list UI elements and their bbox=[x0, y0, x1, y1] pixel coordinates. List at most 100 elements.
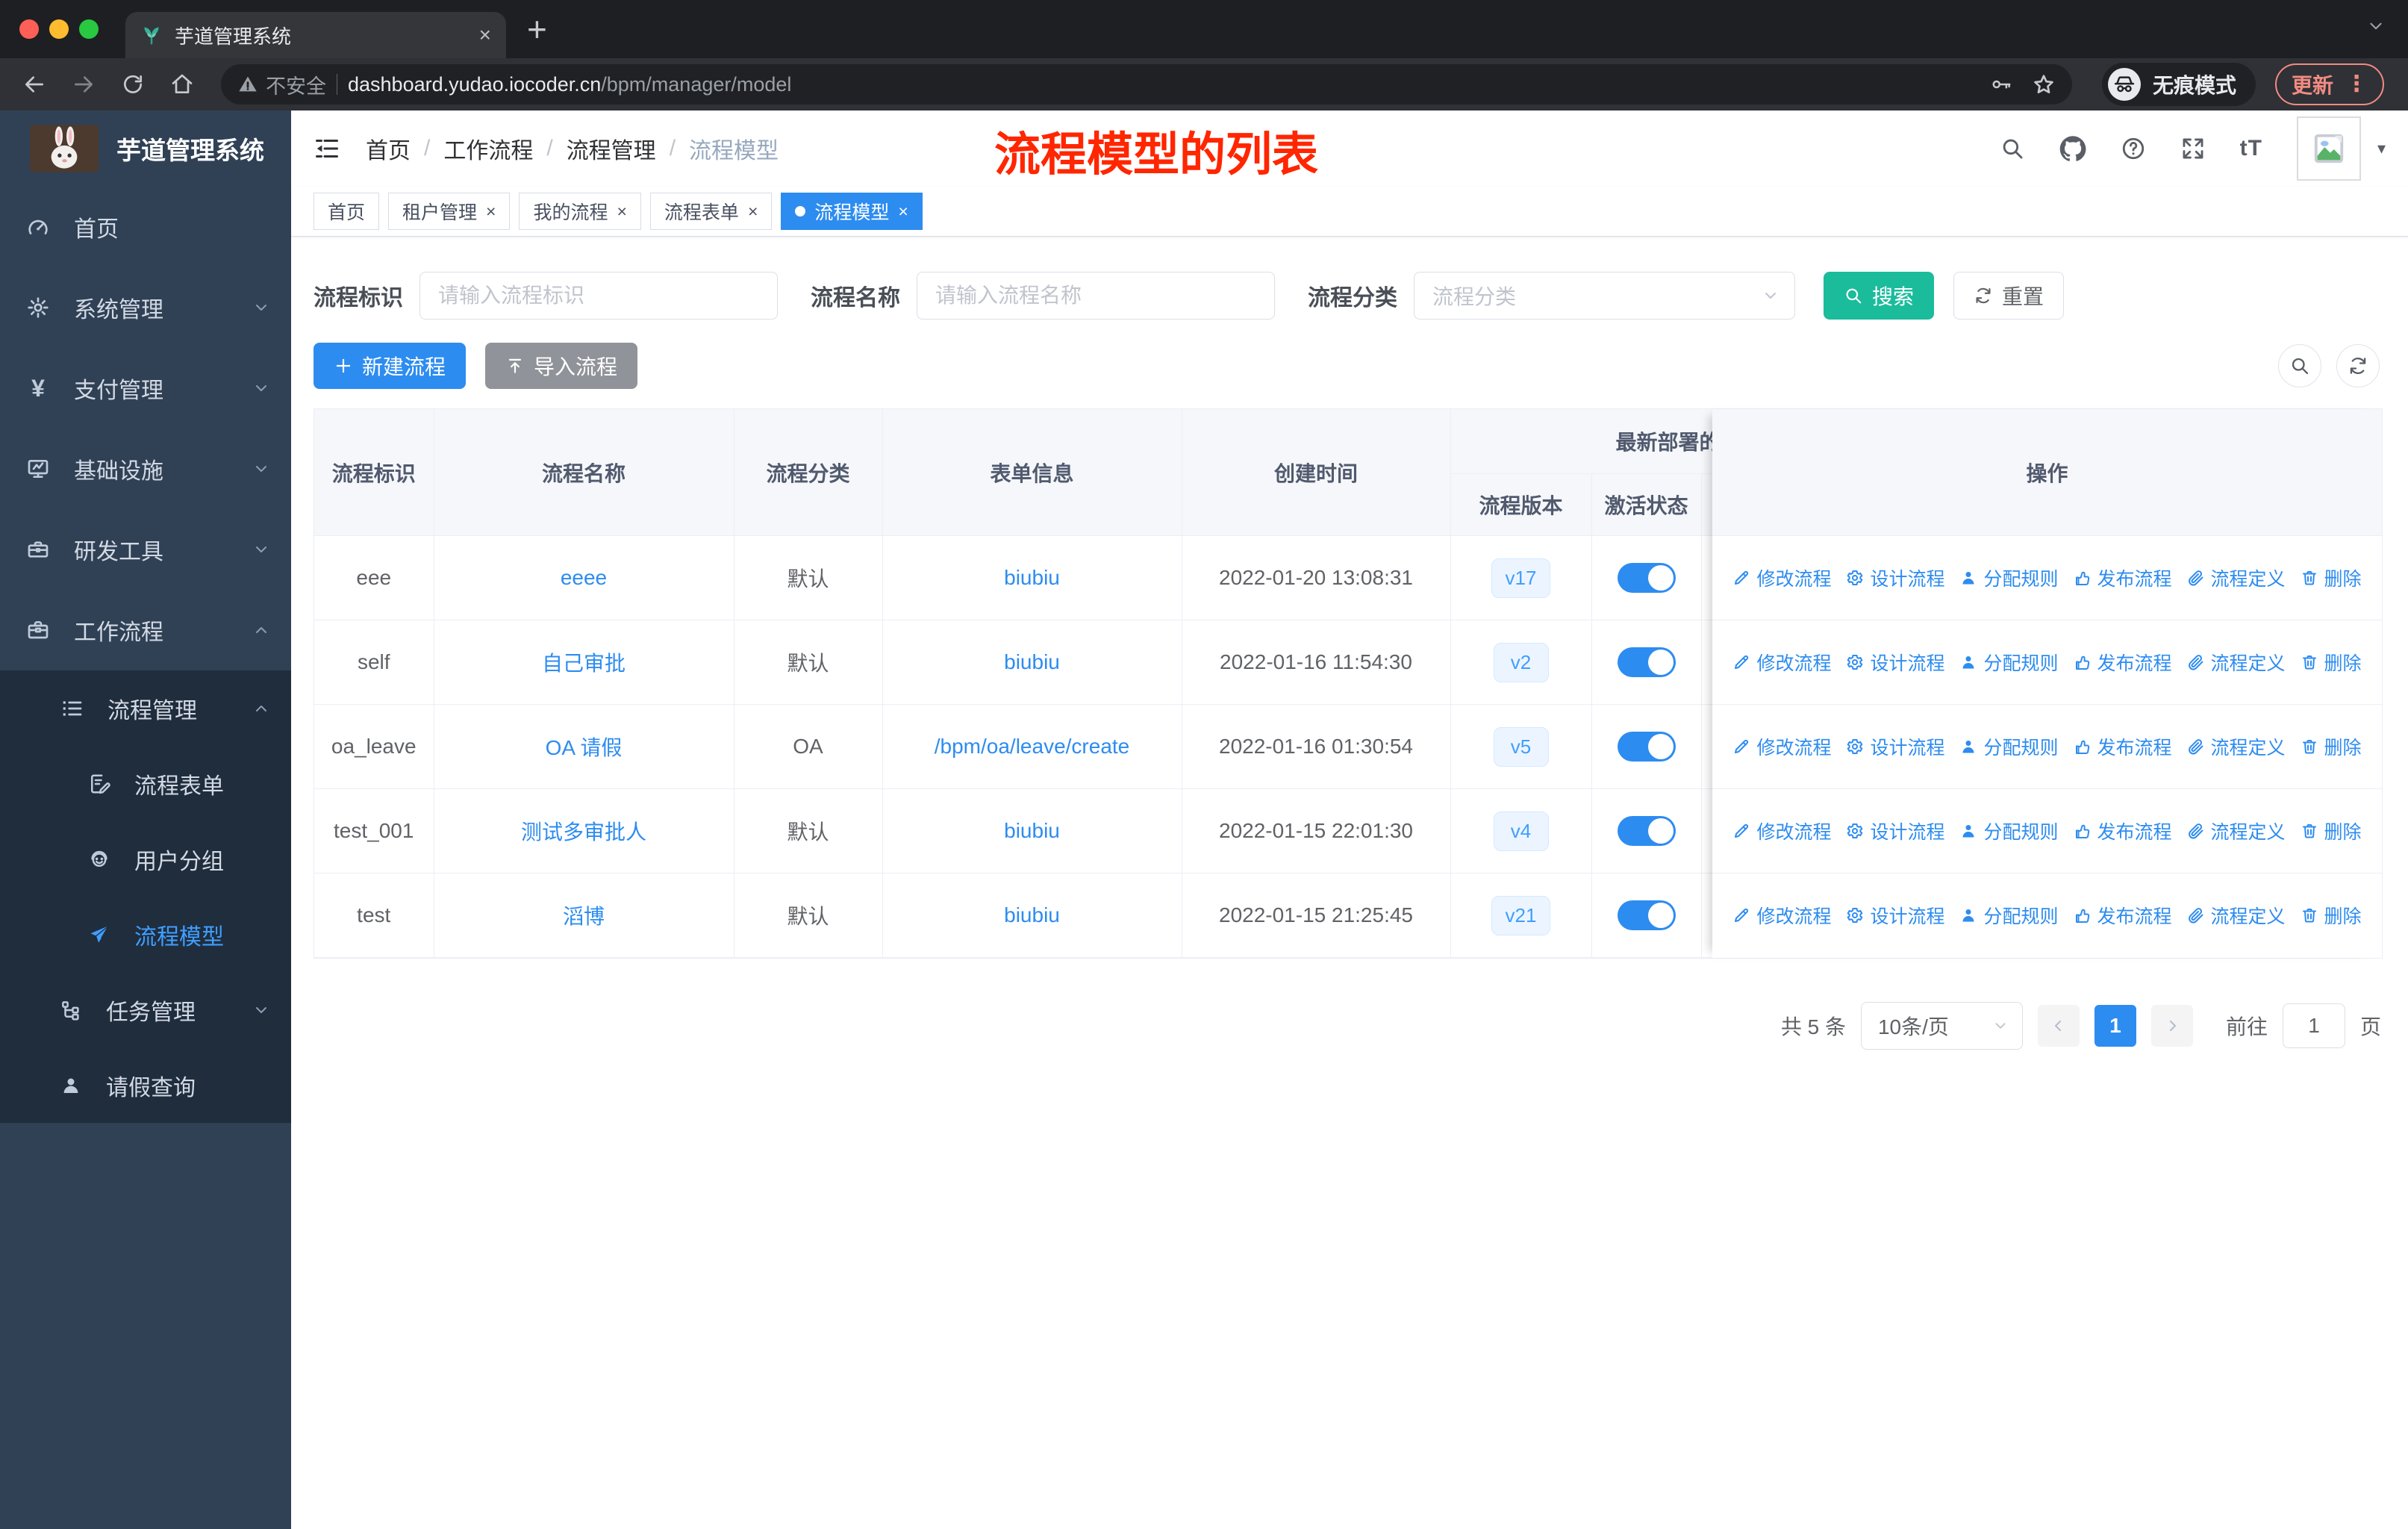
tab-search-chevron-icon[interactable] bbox=[2366, 16, 2386, 36]
sidebar-item-task-management[interactable]: 任务管理 bbox=[0, 972, 291, 1047]
close-window-button[interactable] bbox=[19, 19, 39, 39]
user-avatar[interactable] bbox=[2296, 116, 2361, 181]
close-icon[interactable]: × bbox=[748, 202, 758, 222]
publish-process-link[interactable]: 发布流程 bbox=[2074, 902, 2172, 929]
sidebar-item-infrastructure[interactable]: 基础设施 bbox=[0, 429, 291, 509]
process-name-link[interactable]: 测试多审批人 bbox=[521, 820, 646, 844]
search-button[interactable]: 搜索 bbox=[1824, 272, 1935, 320]
update-browser-button[interactable]: 更新 ⋮ bbox=[2274, 63, 2384, 105]
design-process-link[interactable]: 设计流程 bbox=[1846, 902, 1944, 929]
delete-link[interactable]: 删除 bbox=[2301, 818, 2362, 844]
home-icon[interactable] bbox=[161, 72, 203, 96]
create-process-button[interactable]: 新建流程 bbox=[314, 343, 467, 389]
activation-toggle[interactable] bbox=[1617, 732, 1676, 762]
close-icon[interactable]: × bbox=[486, 202, 496, 222]
tag-process-form[interactable]: 流程表单 × bbox=[649, 193, 773, 230]
browser-menu-icon[interactable]: ⋮ bbox=[2345, 73, 2368, 96]
sidebar-item-process-model[interactable]: 流程模型 bbox=[0, 897, 291, 972]
close-icon[interactable]: × bbox=[898, 202, 908, 222]
assign-rule-link[interactable]: 分配规则 bbox=[1959, 818, 2059, 844]
process-category-select[interactable]: 流程分类 bbox=[1414, 272, 1795, 320]
address-bar[interactable]: 不安全 dashboard.yudao.iocoder.cn/bpm/manag… bbox=[221, 64, 2072, 105]
process-name-link[interactable]: eeee bbox=[561, 566, 607, 589]
modify-process-link[interactable]: 修改流程 bbox=[1732, 902, 1831, 929]
activation-toggle[interactable] bbox=[1617, 563, 1676, 593]
sidebar-item-system[interactable]: 系统管理 bbox=[0, 267, 291, 348]
process-definition-link[interactable]: 流程定义 bbox=[2187, 902, 2286, 929]
process-name-link[interactable]: OA 请假 bbox=[546, 736, 623, 759]
tag-tenant-management[interactable]: 租户管理 × bbox=[388, 193, 511, 230]
form-info-link[interactable]: biubiu bbox=[1004, 903, 1060, 927]
close-icon[interactable]: × bbox=[617, 202, 626, 222]
prev-page-button[interactable] bbox=[2037, 1005, 2080, 1047]
modify-process-link[interactable]: 修改流程 bbox=[1732, 564, 1831, 591]
sidebar-item-leave-query[interactable]: 请假查询 bbox=[0, 1047, 291, 1123]
form-info-link[interactable]: biubiu bbox=[1004, 650, 1060, 673]
reload-icon[interactable] bbox=[112, 72, 154, 96]
current-page-button[interactable]: 1 bbox=[2094, 1005, 2136, 1047]
publish-process-link[interactable]: 发布流程 bbox=[2074, 564, 2172, 591]
avatar-caret-icon[interactable]: ▾ bbox=[2377, 139, 2386, 158]
sidebar-fold-icon[interactable] bbox=[314, 135, 340, 162]
next-page-button[interactable] bbox=[2150, 1005, 2193, 1047]
tag-home[interactable]: 首页 bbox=[314, 193, 380, 230]
password-key-icon[interactable] bbox=[1990, 73, 2012, 96]
delete-link[interactable]: 删除 bbox=[2301, 564, 2362, 591]
sidebar-item-process-management[interactable]: 流程管理 bbox=[0, 670, 291, 746]
toggle-search-button[interactable] bbox=[2278, 344, 2321, 387]
design-process-link[interactable]: 设计流程 bbox=[1846, 564, 1944, 591]
process-name-link[interactable]: 自己审批 bbox=[542, 652, 626, 675]
modify-process-link[interactable]: 修改流程 bbox=[1732, 733, 1831, 760]
assign-rule-link[interactable]: 分配规则 bbox=[1959, 733, 2059, 760]
form-info-link[interactable]: biubiu bbox=[1004, 819, 1060, 842]
bookmark-star-icon[interactable] bbox=[2032, 72, 2056, 96]
form-info-link[interactable]: biubiu bbox=[1004, 566, 1060, 589]
modify-process-link[interactable]: 修改流程 bbox=[1732, 649, 1831, 676]
page-size-select[interactable]: 10条/页 bbox=[1860, 1002, 2023, 1050]
activation-toggle[interactable] bbox=[1617, 816, 1676, 846]
breadcrumb-home[interactable]: 首页 bbox=[366, 132, 411, 165]
help-icon[interactable] bbox=[2121, 136, 2146, 161]
publish-process-link[interactable]: 发布流程 bbox=[2074, 733, 2172, 760]
version-badge[interactable]: v17 bbox=[1491, 558, 1551, 598]
process-definition-link[interactable]: 流程定义 bbox=[2187, 733, 2286, 760]
tag-process-model[interactable]: 流程模型 × bbox=[781, 193, 923, 230]
version-badge[interactable]: v21 bbox=[1491, 895, 1551, 935]
zoom-window-button[interactable] bbox=[79, 19, 99, 39]
breadcrumb-process-management[interactable]: 流程管理 bbox=[567, 132, 656, 165]
assign-rule-link[interactable]: 分配规则 bbox=[1959, 902, 2059, 929]
font-size-icon[interactable]: tT bbox=[2240, 136, 2262, 161]
activation-toggle[interactable] bbox=[1617, 647, 1676, 677]
assign-rule-link[interactable]: 分配规则 bbox=[1959, 564, 2059, 591]
refresh-table-button[interactable] bbox=[2336, 344, 2380, 387]
design-process-link[interactable]: 设计流程 bbox=[1846, 649, 1944, 676]
fullscreen-icon[interactable] bbox=[2180, 136, 2206, 161]
process-definition-link[interactable]: 流程定义 bbox=[2187, 818, 2286, 844]
back-icon[interactable] bbox=[13, 72, 55, 96]
activation-toggle[interactable] bbox=[1617, 900, 1676, 930]
process-key-input[interactable] bbox=[419, 272, 778, 320]
sidebar-item-dev-tools[interactable]: 研发工具 bbox=[0, 509, 291, 590]
sidebar-item-workflow[interactable]: 工作流程 bbox=[0, 590, 291, 670]
forward-icon[interactable] bbox=[63, 72, 105, 96]
process-name-link[interactable]: 滔博 bbox=[563, 905, 605, 928]
security-warning[interactable]: 不安全 bbox=[237, 70, 326, 99]
browser-tab[interactable]: 芋道管理系统 × bbox=[125, 12, 506, 58]
goto-page-input[interactable]: 1 bbox=[2282, 1003, 2345, 1048]
version-badge[interactable]: v5 bbox=[1493, 726, 1549, 767]
sidebar-item-home[interactable]: 首页 bbox=[0, 187, 291, 267]
tab-close-icon[interactable]: × bbox=[479, 23, 491, 47]
import-process-button[interactable]: 导入流程 bbox=[485, 343, 638, 389]
delete-link[interactable]: 删除 bbox=[2301, 902, 2362, 929]
header-search-icon[interactable] bbox=[2000, 136, 2025, 161]
modify-process-link[interactable]: 修改流程 bbox=[1732, 818, 1831, 844]
assign-rule-link[interactable]: 分配规则 bbox=[1959, 649, 2059, 676]
sidebar-item-process-form[interactable]: 流程表单 bbox=[0, 746, 291, 821]
process-definition-link[interactable]: 流程定义 bbox=[2187, 649, 2286, 676]
version-badge[interactable]: v4 bbox=[1493, 811, 1549, 851]
new-tab-button[interactable]: + bbox=[527, 12, 547, 46]
tag-my-process[interactable]: 我的流程 × bbox=[519, 193, 641, 230]
sidebar-item-user-group[interactable]: 用户分组 bbox=[0, 821, 291, 897]
version-badge[interactable]: v2 bbox=[1493, 642, 1549, 682]
process-name-input[interactable] bbox=[917, 272, 1275, 320]
